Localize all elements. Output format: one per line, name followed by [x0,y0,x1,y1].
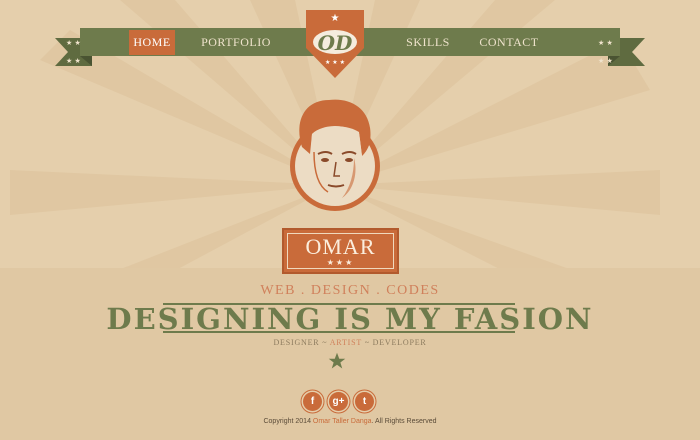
nav-skills[interactable]: SKILLS [404,30,452,55]
svg-text:★ ★: ★ ★ [66,57,81,65]
nav-contact[interactable]: CONTACT [478,30,540,55]
star-icon [328,352,346,369]
google-plus-icon[interactable]: g+ [329,392,348,411]
twitter-icon[interactable]: t [355,392,374,411]
profile-name: OMAR [305,234,376,259]
nav-portfolio[interactable]: PORTFOLIO [200,30,272,55]
tagline: WEB . DESIGN . CODES [260,283,440,298]
logo-badge[interactable]: ★ OD ★ ★ ★ [300,8,370,80]
role-designer: DESIGNER [273,338,320,347]
svg-text:★ ★ ★: ★ ★ ★ [325,59,345,66]
role-artist: ARTIST [329,338,362,347]
headline-bottom-rule [163,331,515,333]
svg-text:★ ★: ★ ★ [598,39,613,47]
name-plate: OMAR ★★★ [282,228,399,274]
role-separator: ~ [319,338,330,347]
footer-prefix: Copyright 2014 [263,418,313,425]
svg-text:★: ★ [331,13,340,24]
nav-home[interactable]: HOME [129,30,175,55]
svg-text:★ ★: ★ ★ [598,57,613,65]
roles-line: DESIGNER ~ ARTIST ~ DEVELOPER [0,338,700,347]
svg-text:★ ★: ★ ★ [66,39,81,47]
avatar-illustration [290,99,380,211]
logo-text: OD [318,31,353,55]
footer-copyright: Copyright 2014 Omar Taller Danga. All Ri… [0,418,700,425]
role-separator: ~ [361,338,373,347]
name-stars: ★★★ [326,258,355,267]
facebook-icon[interactable]: f [303,392,322,411]
footer-author-link[interactable]: Omar Taller Danga [313,418,372,425]
footer-suffix: . All Rights Reserved [371,418,437,425]
role-developer: DEVELOPER [372,338,427,347]
